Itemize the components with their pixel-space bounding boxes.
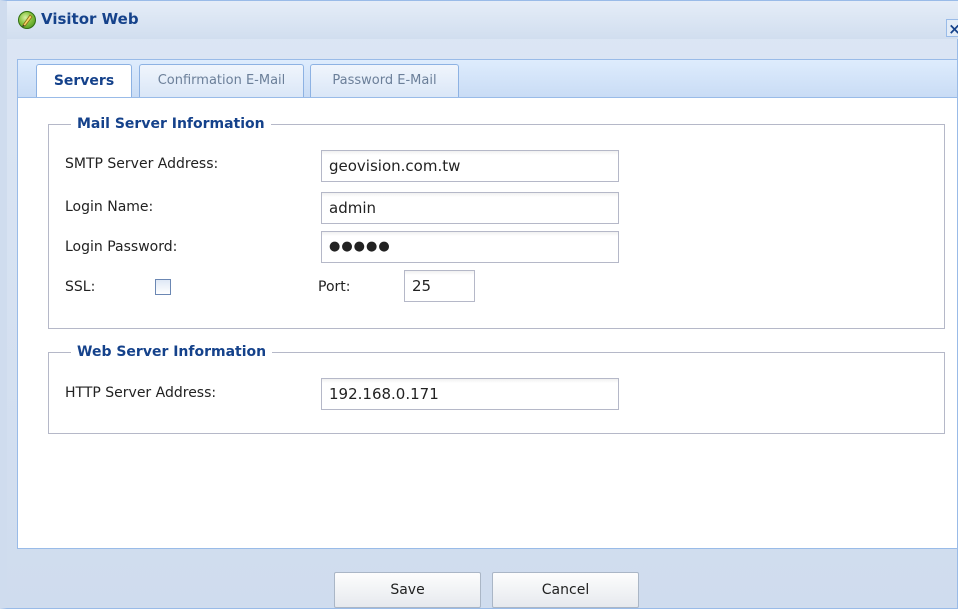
tab-servers[interactable]: Servers [36, 64, 132, 99]
app-icon [18, 11, 36, 29]
close-icon[interactable]: × [946, 19, 958, 38]
save-button[interactable]: Save [334, 572, 481, 608]
smtp-server-label: SMTP Server Address: [65, 156, 219, 172]
ssl-label: SSL: [65, 279, 96, 295]
tab-confirmation-email[interactable]: Confirmation E-Mail [139, 64, 304, 98]
smtp-server-input[interactable]: geovision.com.tw [321, 150, 619, 182]
port-label: Port: [318, 279, 351, 295]
http-server-label: HTTP Server Address: [65, 385, 217, 401]
tab-strip: Servers Confirmation E-Mail Password E-M… [17, 59, 958, 99]
title-bar[interactable]: Visitor Web × [7, 1, 958, 39]
web-server-legend: Web Server Information [77, 344, 267, 360]
mail-server-legend: Mail Server Information [77, 116, 265, 132]
dialog-window: Visitor Web × Servers Confirmation E-Mai… [0, 0, 958, 609]
login-password-input[interactable]: ●●●●● [321, 231, 619, 263]
servers-panel: Mail Server Information SMTP Server Addr… [17, 97, 958, 549]
ssl-checkbox[interactable] [155, 279, 171, 295]
login-password-label: Login Password: [65, 239, 178, 255]
port-input[interactable]: 25 [404, 270, 475, 302]
window-title: Visitor Web [41, 10, 139, 28]
login-name-input[interactable]: admin [321, 192, 619, 224]
http-server-input[interactable]: 192.168.0.171 [321, 378, 619, 410]
tab-password-email[interactable]: Password E-Mail [310, 64, 459, 98]
login-name-label: Login Name: [65, 199, 154, 215]
cancel-button[interactable]: Cancel [492, 572, 639, 608]
